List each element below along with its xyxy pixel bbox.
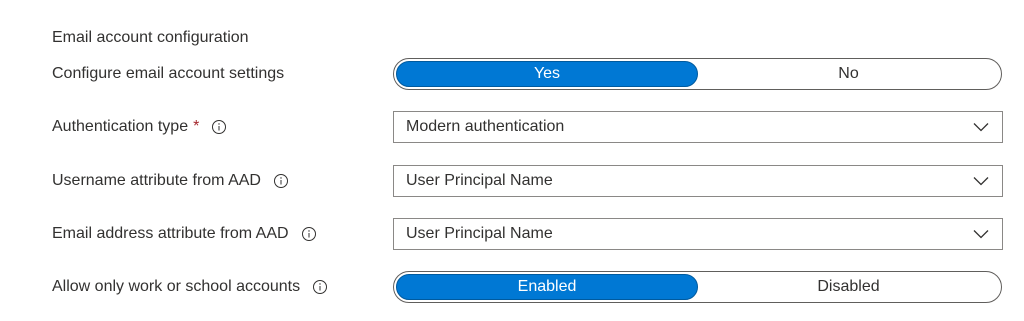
work-school-enabled-option[interactable]: Enabled [396,274,698,300]
username-attr-value: User Principal Name [406,172,553,189]
email-attr-row: Email address attribute from AAD User Pr… [0,217,1024,251]
username-attr-label: Username attribute from AAD [52,172,261,189]
configure-email-yes-option[interactable]: Yes [396,61,698,87]
username-attr-label-wrap: Username attribute from AAD [52,164,289,198]
auth-type-label-wrap: Authentication type * [52,110,227,144]
username-attr-row: Username attribute from AAD User Princip… [0,164,1024,198]
email-attr-dropdown[interactable]: User Principal Name [393,218,1003,250]
chevron-down-icon [972,118,990,136]
configure-email-row: Configure email account settings Yes No [0,57,1024,91]
email-attr-label: Email address attribute from AAD [52,225,289,242]
configure-email-toggle[interactable]: Yes No [393,58,1002,90]
work-school-disabled-option[interactable]: Disabled [698,274,999,300]
required-marker: * [193,118,200,135]
info-icon[interactable] [273,173,289,189]
email-attr-value: User Principal Name [406,225,553,242]
chevron-down-icon [972,172,990,190]
configure-email-no-option[interactable]: No [698,61,999,87]
configure-email-label-wrap: Configure email account settings [52,57,284,91]
work-school-toggle[interactable]: Enabled Disabled [393,271,1002,303]
email-attr-label-wrap: Email address attribute from AAD [52,217,317,251]
info-icon[interactable] [301,226,317,242]
info-icon[interactable] [211,119,227,135]
auth-type-row: Authentication type * Modern authenticat… [0,110,1024,144]
info-icon[interactable] [312,279,328,295]
section-title: Email account configuration [52,29,249,46]
work-school-label-wrap: Allow only work or school accounts [52,270,328,304]
work-school-label: Allow only work or school accounts [52,278,301,295]
auth-type-label: Authentication type [52,118,189,135]
auth-type-value: Modern authentication [406,118,565,135]
configure-email-label: Configure email account settings [52,65,285,82]
work-school-row: Allow only work or school accounts Enabl… [0,270,1024,304]
auth-type-dropdown[interactable]: Modern authentication [393,111,1003,143]
username-attr-dropdown[interactable]: User Principal Name [393,165,1003,197]
chevron-down-icon [972,225,990,243]
